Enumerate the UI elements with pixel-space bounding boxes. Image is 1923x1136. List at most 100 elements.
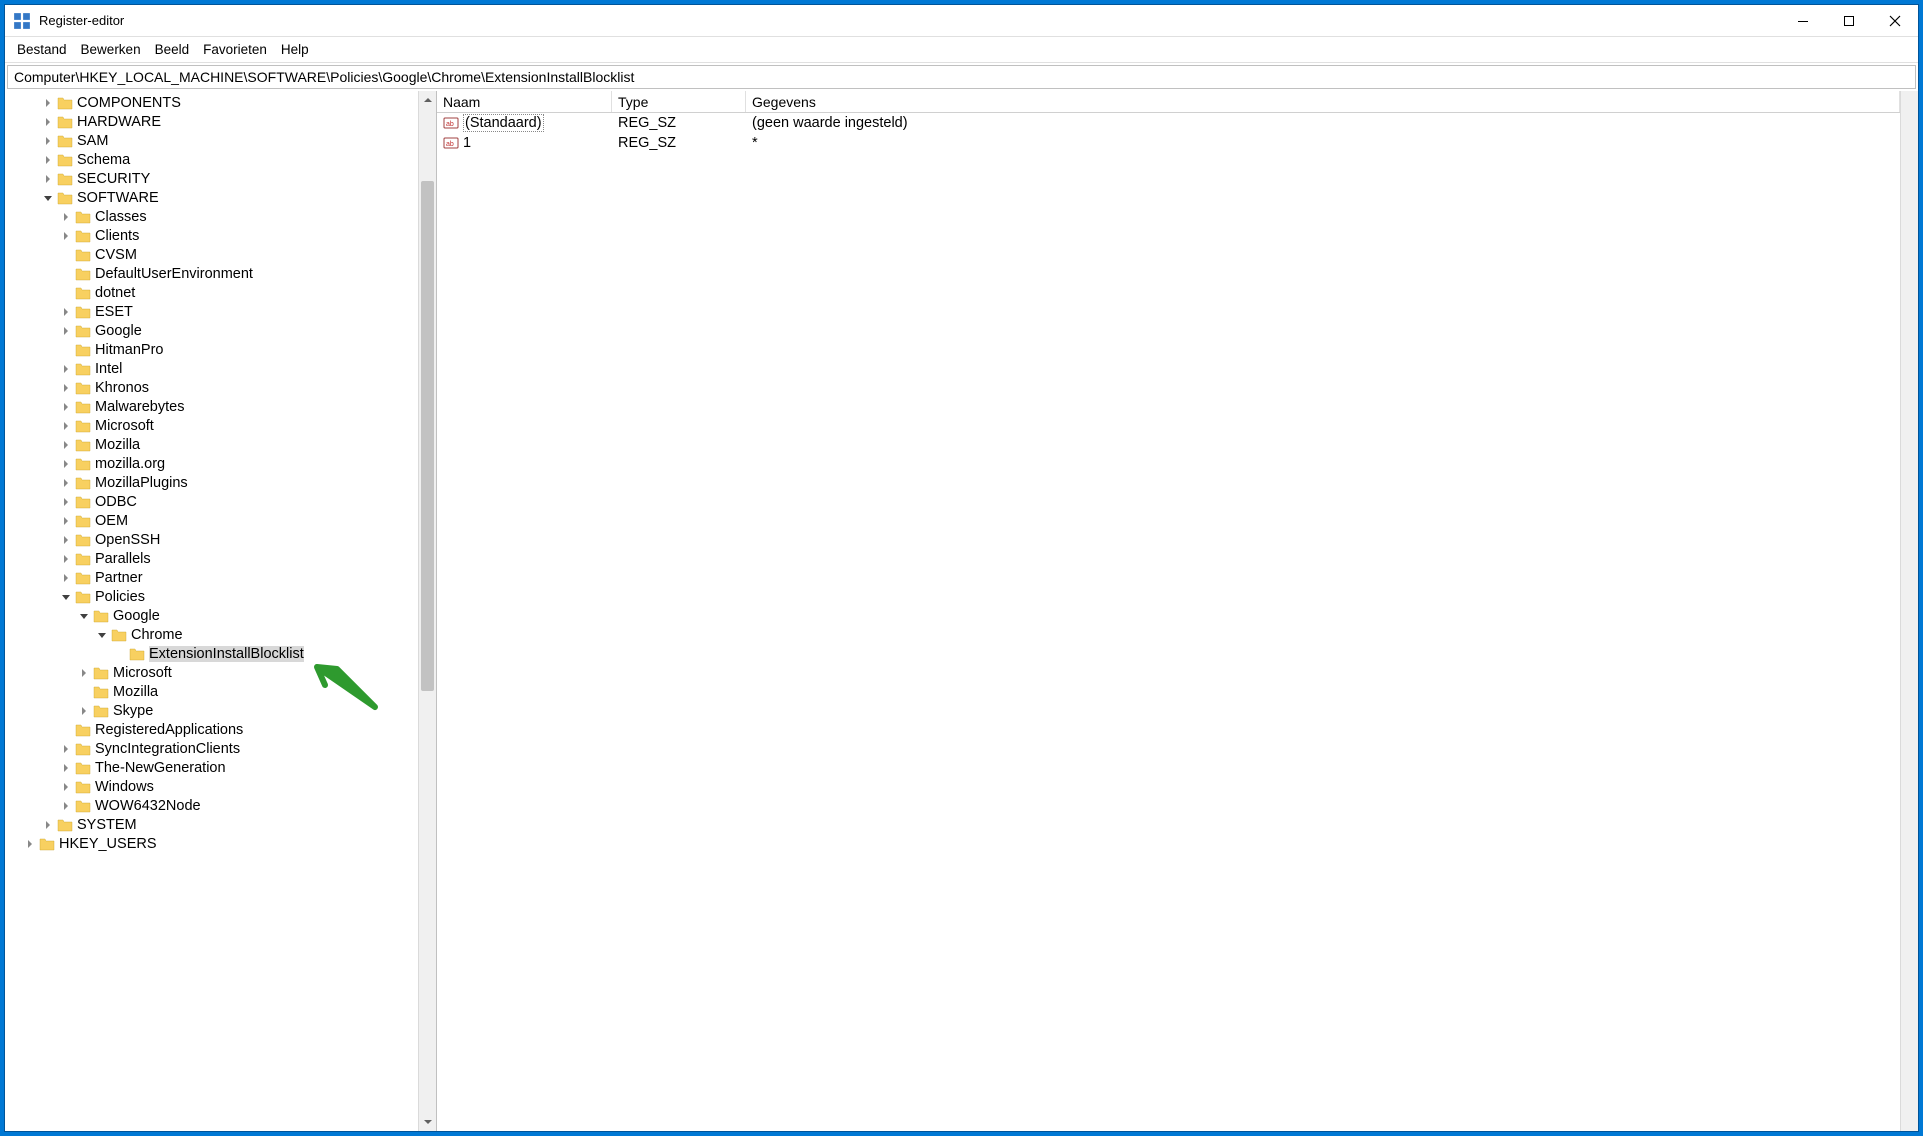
tree-node-google_sw[interactable]: Google (5, 321, 418, 340)
tree-scrollbar[interactable] (418, 91, 436, 1131)
value-data: * (752, 135, 758, 151)
tree-label: SAM (77, 133, 108, 149)
tree-label: DefaultUserEnvironment (95, 266, 253, 282)
value-row[interactable]: ab(Standaard)REG_SZ(geen waarde ingestel… (437, 113, 1900, 133)
tree-label: ESET (95, 304, 133, 320)
tree-node-thenewgen[interactable]: The-NewGeneration (5, 758, 418, 777)
titlebar[interactable]: Register-editor (5, 5, 1918, 37)
tree-label: The-NewGeneration (95, 760, 226, 776)
tree-node-openssh[interactable]: OpenSSH (5, 530, 418, 549)
tree-node-hardware[interactable]: HARDWARE (5, 112, 418, 131)
maximize-button[interactable] (1826, 5, 1872, 36)
values-scrollbar[interactable] (1900, 91, 1918, 1131)
tree-label: Chrome (131, 627, 183, 643)
values-header: Naam Type Gegevens (437, 91, 1900, 113)
tree-node-system[interactable]: SYSTEM (5, 815, 418, 834)
svg-text:ab: ab (446, 121, 454, 128)
value-row[interactable]: ab1REG_SZ* (437, 133, 1900, 153)
tree-node-intel[interactable]: Intel (5, 359, 418, 378)
tree-node-hkeyusers[interactable]: HKEY_USERS (5, 834, 418, 853)
column-data[interactable]: Gegevens (746, 91, 1900, 112)
tree-node-classes[interactable]: Classes (5, 207, 418, 226)
tree-label: mozilla.org (95, 456, 165, 472)
tree-node-syncintegration[interactable]: SyncIntegrationClients (5, 739, 418, 758)
tree-label: RegisteredApplications (95, 722, 243, 738)
tree-node-schema[interactable]: Schema (5, 150, 418, 169)
tree-node-clients[interactable]: Clients (5, 226, 418, 245)
tree-label: Policies (95, 589, 145, 605)
tree-label: Mozilla (113, 684, 158, 700)
scroll-up-icon[interactable] (419, 91, 436, 109)
menu-file[interactable]: Bestand (11, 40, 73, 59)
tree-label: Google (95, 323, 142, 339)
tree-label: Classes (95, 209, 147, 225)
tree-node-sam[interactable]: SAM (5, 131, 418, 150)
close-button[interactable] (1872, 5, 1918, 36)
tree-node-cvsm[interactable]: CVSM (5, 245, 418, 264)
tree-node-malwarebytes[interactable]: Malwarebytes (5, 397, 418, 416)
tree-node-mozillaorg[interactable]: mozilla.org (5, 454, 418, 473)
tree-node-skype[interactable]: Skype (5, 701, 418, 720)
tree-node-khronos[interactable]: Khronos (5, 378, 418, 397)
tree-node-security[interactable]: SECURITY (5, 169, 418, 188)
tree-label: Mozilla (95, 437, 140, 453)
menu-help[interactable]: Help (275, 40, 315, 59)
tree-node-hitmanpro[interactable]: HitmanPro (5, 340, 418, 359)
address-bar[interactable]: Computer\HKEY_LOCAL_MACHINE\SOFTWARE\Pol… (7, 65, 1916, 89)
tree-label: Google (113, 608, 160, 624)
value-name: 1 (463, 135, 471, 151)
tree-node-odbc[interactable]: ODBC (5, 492, 418, 511)
tree-node-google_pol[interactable]: Google (5, 606, 418, 625)
tree-node-dotnet[interactable]: dotnet (5, 283, 418, 302)
value-data: (geen waarde ingesteld) (752, 115, 908, 131)
scroll-down-icon[interactable] (419, 1113, 436, 1131)
tree-node-partner[interactable]: Partner (5, 568, 418, 587)
tree-node-mozilla_pol[interactable]: Mozilla (5, 682, 418, 701)
tree-label: Skype (113, 703, 153, 719)
tree-node-extblocklist[interactable]: ExtensionInstallBlocklist (5, 644, 418, 663)
tree-node-components[interactable]: COMPONENTS (5, 93, 418, 112)
tree-label: Microsoft (95, 418, 154, 434)
tree-label: SYSTEM (77, 817, 137, 833)
registry-tree[interactable]: COMPONENTSHARDWARE SAMSchemaSECURITYSOFTW… (5, 91, 418, 1131)
tree-node-microsoft_pol[interactable]: Microsoft (5, 663, 418, 682)
tree-node-mozilla_sw[interactable]: Mozilla (5, 435, 418, 454)
tree-node-eset[interactable]: ESET (5, 302, 418, 321)
tree-label: Khronos (95, 380, 149, 396)
tree-node-software[interactable]: SOFTWARE (5, 188, 418, 207)
tree-label: HitmanPro (95, 342, 164, 358)
menu-edit[interactable]: Bewerken (75, 40, 147, 59)
tree-label: Microsoft (113, 665, 172, 681)
tree-label: OpenSSH (95, 532, 160, 548)
tree-node-chrome[interactable]: Chrome (5, 625, 418, 644)
tree-node-microsoft_sw[interactable]: Microsoft (5, 416, 418, 435)
tree-node-mozillaplugins[interactable]: MozillaPlugins (5, 473, 418, 492)
menu-favorites[interactable]: Favorieten (197, 40, 273, 59)
column-type[interactable]: Type (612, 91, 746, 112)
minimize-button[interactable] (1780, 5, 1826, 36)
tree-node-wow64[interactable]: WOW6432Node (5, 796, 418, 815)
menubar: Bestand Bewerken Beeld Favorieten Help (5, 37, 1918, 63)
tree-label: Parallels (95, 551, 151, 567)
tree-label: Windows (95, 779, 154, 795)
menu-view[interactable]: Beeld (149, 40, 196, 59)
tree-node-windows[interactable]: Windows (5, 777, 418, 796)
tree-node-policies[interactable]: Policies (5, 587, 418, 606)
values-pane: Naam Type Gegevens ab(Standaard)REG_SZ(g… (437, 91, 1918, 1131)
value-name: (Standaard) (463, 114, 544, 132)
svg-text:ab: ab (446, 141, 454, 148)
tree-node-registeredapps[interactable]: RegisteredApplications (5, 720, 418, 739)
column-name[interactable]: Naam (437, 91, 612, 112)
content-split: COMPONENTSHARDWARE SAMSchemaSECURITYSOFTW… (5, 91, 1918, 1131)
scroll-thumb[interactable] (421, 181, 434, 691)
tree-node-defaultuserenv[interactable]: DefaultUserEnvironment (5, 264, 418, 283)
tree-label: WOW6432Node (95, 798, 201, 814)
app-icon (13, 12, 31, 30)
tree-label: CVSM (95, 247, 137, 263)
address-text: Computer\HKEY_LOCAL_MACHINE\SOFTWARE\Pol… (14, 69, 634, 85)
window-title: Register-editor (39, 13, 1780, 28)
tree-node-oem[interactable]: OEM (5, 511, 418, 530)
tree-label: SyncIntegrationClients (95, 741, 240, 757)
tree-node-parallels[interactable]: Parallels (5, 549, 418, 568)
tree-label: Intel (95, 361, 122, 377)
